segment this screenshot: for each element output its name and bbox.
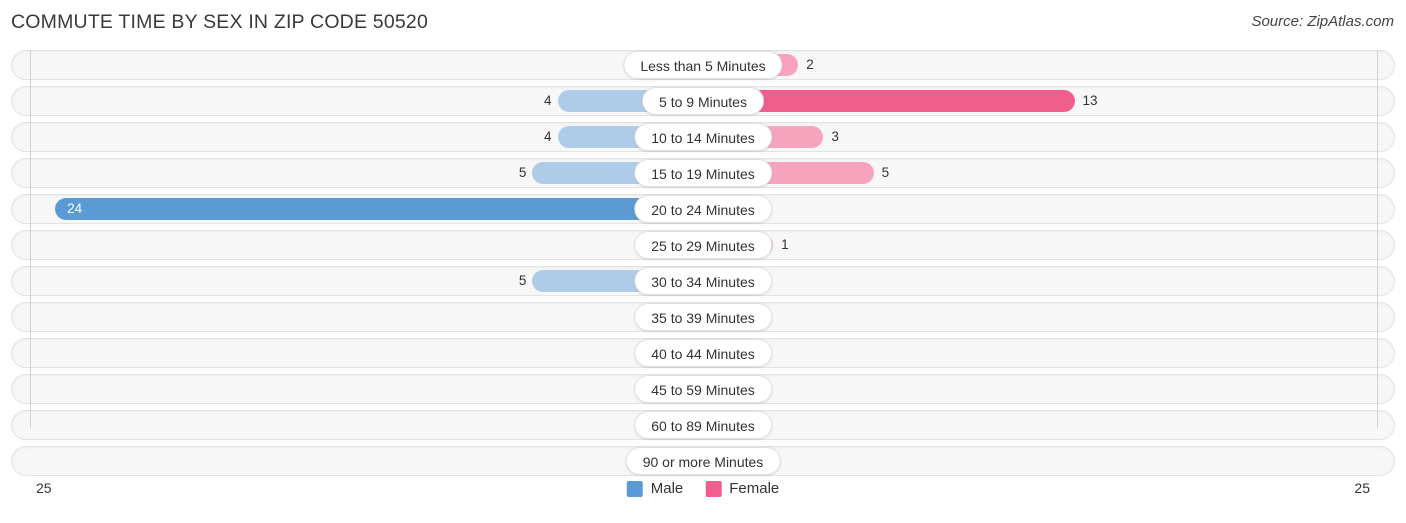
chart-page: COMMUTE TIME BY SEX IN ZIP CODE 50520 So…: [0, 0, 1406, 523]
axis-line-left: [30, 50, 31, 428]
value-label-female: 3: [831, 129, 839, 144]
value-label-male: 24: [67, 201, 83, 216]
category-label-pill: 45 to 59 Minutes: [634, 375, 772, 403]
value-label-male: 4: [544, 129, 552, 144]
value-label-female: 13: [1082, 93, 1098, 108]
legend-item-male[interactable]: Male: [626, 480, 684, 497]
value-label-male: 4: [544, 93, 552, 108]
category-label-pill: 10 to 14 Minutes: [634, 123, 772, 151]
legend-swatch-female-icon: [705, 480, 722, 497]
bar-row[interactable]: 24020 to 24 Minutes: [0, 194, 1406, 224]
bar-row[interactable]: 0045 to 59 Minutes: [0, 374, 1406, 404]
value-label-female: 5: [881, 165, 890, 180]
category-label-pill: 20 to 24 Minutes: [634, 195, 772, 223]
bar-row[interactable]: 0060 to 89 Minutes: [0, 410, 1406, 440]
legend-swatch-male-icon: [626, 480, 643, 497]
category-label-pill: 5 to 9 Minutes: [642, 87, 764, 115]
value-label-male: 5: [518, 273, 527, 288]
chart-footer: 25 25 Male Female: [0, 478, 1406, 518]
value-label-female: 2: [806, 57, 814, 72]
legend-label-female: Female: [729, 480, 780, 497]
chart-legend: Male Female: [626, 480, 779, 497]
bar-male: [55, 198, 703, 220]
bar-rows-container: 02Less than 5 Minutes4135 to 9 Minutes43…: [0, 50, 1406, 482]
source-attribution: Source: ZipAtlas.com: [1251, 13, 1394, 30]
category-label-pill: 40 to 44 Minutes: [634, 339, 772, 367]
category-label-pill: 60 to 89 Minutes: [634, 411, 772, 439]
value-label-female: 1: [781, 237, 789, 252]
bar-row[interactable]: 5 5 15 to 19 Minutes: [0, 158, 1406, 188]
bar-row[interactable]: 0035 to 39 Minutes: [0, 302, 1406, 332]
category-label-pill: 15 to 19 Minutes: [634, 159, 772, 187]
chart-plot-area: 02Less than 5 Minutes4135 to 9 Minutes43…: [0, 50, 1406, 476]
category-label-pill: Less than 5 Minutes: [623, 51, 783, 79]
category-label-pill: 35 to 39 Minutes: [634, 303, 772, 331]
category-label-pill: 30 to 34 Minutes: [634, 267, 772, 295]
bar-row[interactable]: 0040 to 44 Minutes: [0, 338, 1406, 368]
bar-row[interactable]: 0125 to 29 Minutes: [0, 230, 1406, 260]
bar-row[interactable]: 4 13 5 to 9 Minutes: [0, 86, 1406, 116]
category-label-pill: 90 or more Minutes: [625, 447, 781, 475]
legend-label-male: Male: [650, 480, 684, 497]
axis-line-right: [1377, 50, 1378, 428]
legend-item-female[interactable]: Female: [705, 480, 779, 497]
bar-row[interactable]: 5030 to 34 Minutes: [0, 266, 1406, 296]
value-label-male: 5: [518, 165, 527, 180]
bar-row[interactable]: 02Less than 5 Minutes: [0, 50, 1406, 80]
page-title: COMMUTE TIME BY SEX IN ZIP CODE 50520: [11, 11, 429, 33]
axis-end-label-right: 25: [1354, 480, 1370, 496]
bar-row[interactable]: 4 3 10 to 14 Minutes: [0, 122, 1406, 152]
bar-row[interactable]: 0090 or more Minutes: [0, 446, 1406, 476]
axis-end-label-left: 25: [36, 480, 52, 496]
category-label-pill: 25 to 29 Minutes: [634, 231, 772, 259]
